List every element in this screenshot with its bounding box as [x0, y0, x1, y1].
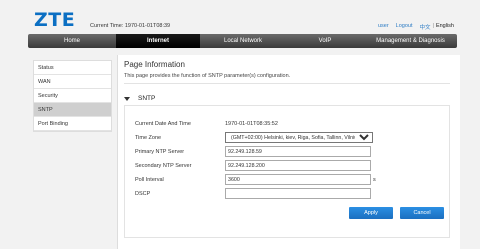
lang-english-link[interactable]: English: [436, 23, 454, 31]
poll-interval-input[interactable]: 3600: [225, 174, 371, 185]
top-links: user Logout 中文 | English: [378, 23, 454, 31]
logout-link[interactable]: Logout: [396, 23, 413, 31]
time-zone-label: Time Zone: [135, 134, 162, 141]
main-content: Page Information This page provides the …: [117, 55, 460, 249]
page-title: Page Information: [124, 60, 185, 69]
tab-management-diagnosis[interactable]: Management & Diagnosis: [364, 34, 457, 48]
sidebar-item-port-binding[interactable]: Port Binding: [34, 117, 111, 131]
section-title: SNTP: [138, 95, 156, 102]
tab-home[interactable]: Home: [28, 34, 116, 48]
primary-ntp-input[interactable]: 92.249.128.59: [225, 146, 371, 157]
sidebar-item-status[interactable]: Status: [34, 61, 111, 75]
apply-button[interactable]: Apply: [349, 207, 393, 219]
sidebar-item-wan[interactable]: WAN: [34, 75, 111, 89]
dscp-input[interactable]: [225, 188, 371, 199]
lang-separator: |: [432, 23, 434, 29]
poll-interval-label: Poll Interval: [135, 176, 164, 183]
lang-chinese-link[interactable]: 中文: [420, 23, 431, 31]
page-description: This page provides the function of SNTP …: [124, 73, 291, 79]
zte-logo: ZTE: [34, 9, 76, 31]
row-dscp: DSCP: [135, 188, 371, 199]
main-nav: Home Internet Local Network VoIP Managem…: [28, 34, 457, 48]
current-date-value: 1970-01-01T08:35:52: [225, 121, 278, 127]
primary-ntp-label: Primary NTP Server: [135, 148, 185, 155]
secondary-ntp-label: Secondary NTP Server: [135, 162, 192, 169]
row-time-zone: Time Zone (GMT+02:00) Helsinki, kiev, Ri…: [135, 132, 373, 143]
poll-interval-unit: s: [373, 176, 376, 183]
dscp-label: DSCP: [135, 190, 151, 197]
tab-internet[interactable]: Internet: [116, 34, 200, 48]
row-secondary-ntp: Secondary NTP Server 92.249.128.200: [135, 160, 371, 171]
cancel-button[interactable]: Cancel: [400, 207, 444, 219]
divider: [124, 83, 450, 84]
sidebar: Status WAN Security SNTP Port Binding: [33, 60, 112, 132]
row-poll-interval: Poll Interval 3600 s: [135, 174, 376, 185]
sidebar-item-security[interactable]: Security: [34, 89, 111, 103]
tab-local-network[interactable]: Local Network: [200, 34, 286, 48]
secondary-ntp-input[interactable]: 92.249.128.200: [225, 160, 371, 171]
row-current-date: Current Date And Time 1970-01-01T08:35:5…: [135, 121, 278, 127]
sntp-section-toggle[interactable]: SNTP: [124, 95, 155, 102]
collapse-triangle-icon: [124, 96, 130, 101]
current-time: Current Time: 1970-01-01T08:39: [90, 23, 171, 29]
user-link[interactable]: user: [378, 23, 389, 31]
row-primary-ntp: Primary NTP Server 92.249.128.59: [135, 146, 371, 157]
sidebar-item-sntp[interactable]: SNTP: [34, 103, 111, 117]
current-date-label: Current Date And Time: [135, 121, 191, 127]
time-zone-select[interactable]: (GMT+02:00) Helsinki, kiev, Riga, Sofia,…: [225, 132, 373, 143]
tab-voip[interactable]: VoIP: [286, 34, 364, 48]
